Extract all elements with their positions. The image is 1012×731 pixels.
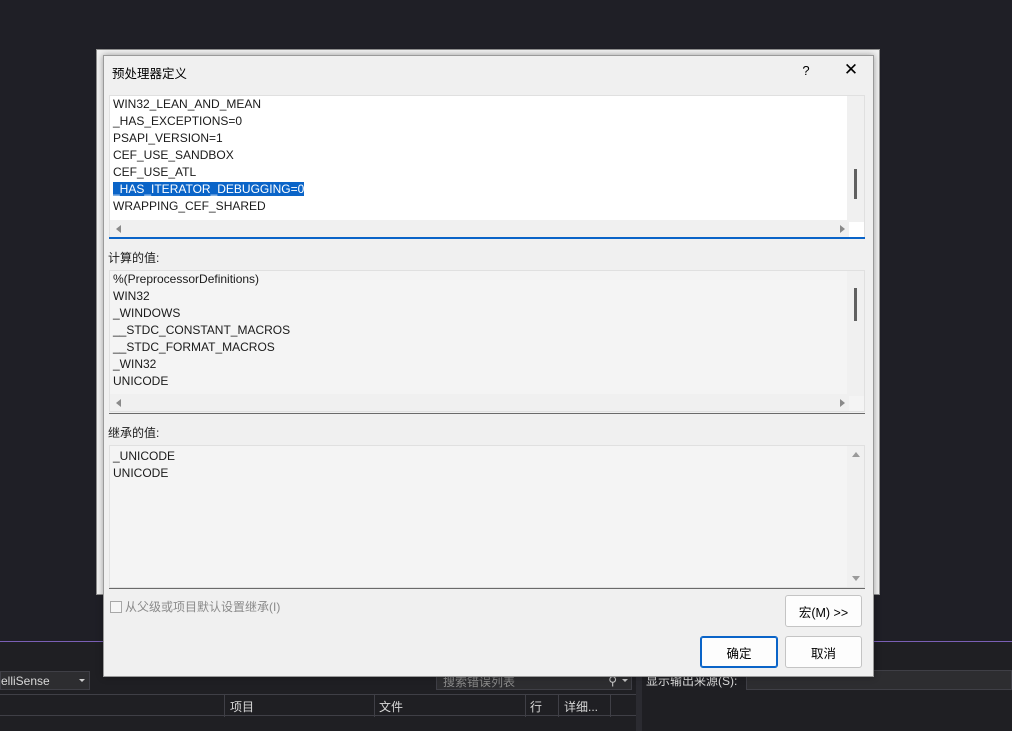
inherit-checkbox-label: 从父级或项目默认设置继承(I) <box>125 600 281 614</box>
scroll-up-icon[interactable] <box>852 452 860 457</box>
macros-button[interactable]: 宏(M) >> <box>785 595 862 627</box>
computed-value-line: WIN32 <box>113 289 150 303</box>
editor-focus-underline <box>109 237 865 239</box>
definitions-editor[interactable]: WIN32_LEAN_AND_MEAN _HAS_EXCEPTIONS=0 PS… <box>109 95 865 238</box>
definition-line[interactable]: PSAPI_VERSION=1 <box>113 130 304 147</box>
help-button[interactable]: ? <box>798 60 814 80</box>
inherited-value-line: UNICODE <box>113 466 169 480</box>
scroll-right-icon[interactable] <box>840 225 845 233</box>
computed-value-line: %(PreprocessorDefinitions) <box>113 272 260 286</box>
close-icon: ✕ <box>843 60 859 79</box>
computed-value-line: _WIN32 <box>113 357 157 371</box>
scroll-left-icon[interactable] <box>116 399 121 407</box>
ok-button[interactable]: 确定 <box>700 636 778 668</box>
inherit-checkbox-row[interactable]: 从父级或项目默认设置继承(I) <box>110 598 280 615</box>
computed-value-line: __STDC_FORMAT_MACROS <box>113 340 275 354</box>
scrollbar-thumb[interactable] <box>854 288 857 321</box>
column-separator <box>374 695 375 717</box>
column-separator <box>224 695 225 717</box>
inherited-values-box: _UNICODE UNICODE <box>109 445 865 588</box>
column-header-project[interactable]: 项目 <box>230 698 254 715</box>
definitions-horizontal-scrollbar[interactable] <box>110 220 849 237</box>
inherited-vertical-scrollbar[interactable] <box>847 446 864 587</box>
definitions-lines: WIN32_LEAN_AND_MEAN _HAS_EXCEPTIONS=0 PS… <box>113 96 305 215</box>
definition-line[interactable]: CEF_USE_ATL <box>113 164 304 181</box>
computed-values-box: %(PreprocessorDefinitions) WIN32 _WINDOW… <box>109 270 865 412</box>
cancel-button[interactable]: 取消 <box>785 636 862 668</box>
column-header-line[interactable]: 行 <box>530 698 542 715</box>
computed-values-label: 计算的值: <box>108 251 160 265</box>
dialog-title: 预处理器定义 <box>112 67 188 81</box>
inherit-checkbox[interactable] <box>110 600 122 613</box>
scroll-down-icon[interactable] <box>852 576 860 581</box>
scroll-right-icon[interactable] <box>840 399 845 407</box>
close-button[interactable]: ✕ <box>842 60 860 80</box>
computed-value-line: _WINDOWS <box>113 306 181 320</box>
config-combo-value: elliSense <box>1 674 50 688</box>
column-separator <box>558 695 559 717</box>
computed-horizontal-scrollbar[interactable] <box>110 394 849 411</box>
computed-value-line: __STDC_CONSTANT_MACROS <box>113 323 291 337</box>
inherited-values-label: 继承的值: <box>108 426 160 440</box>
preprocessor-definitions-dialog: 预处理器定义 ? ✕ WIN32_LEAN_AND_MEAN _HAS_EXCE… <box>103 55 874 677</box>
computed-value-line: UNICODE <box>113 374 169 388</box>
chevron-down-icon[interactable] <box>622 679 628 682</box>
search-placeholder: 搜索错误列表 <box>443 675 516 689</box>
definition-line[interactable]: CEF_USE_SANDBOX <box>113 147 304 164</box>
definition-line-selected[interactable]: _HAS_ITERATOR_DEBUGGING=0 <box>113 181 305 198</box>
definitions-vertical-scrollbar[interactable] <box>847 96 864 222</box>
inherited-value-line: _UNICODE <box>113 449 176 463</box>
scroll-left-icon[interactable] <box>116 225 121 233</box>
error-list-header: 项目 文件 行 详细... <box>0 694 636 717</box>
computed-lines: %(PreprocessorDefinitions) WIN32 _WINDOW… <box>113 271 290 390</box>
definition-line[interactable]: WRAPPING_CEF_SHARED <box>113 198 304 215</box>
column-header-file[interactable]: 文件 <box>379 698 403 715</box>
chevron-down-icon <box>79 679 85 682</box>
definition-line[interactable]: WIN32_LEAN_AND_MEAN <box>113 96 304 113</box>
column-separator <box>610 695 611 717</box>
error-list-config-combo[interactable]: elliSense <box>0 671 90 690</box>
scrollbar-thumb[interactable] <box>854 169 857 199</box>
computed-vertical-scrollbar[interactable] <box>847 271 864 396</box>
inherited-lines: _UNICODE UNICODE <box>113 448 175 482</box>
column-separator <box>525 695 526 717</box>
section-divider <box>109 588 865 589</box>
definition-line[interactable]: _HAS_EXCEPTIONS=0 <box>113 113 304 130</box>
column-header-details[interactable]: 详细... <box>564 698 598 715</box>
section-divider <box>109 413 865 414</box>
